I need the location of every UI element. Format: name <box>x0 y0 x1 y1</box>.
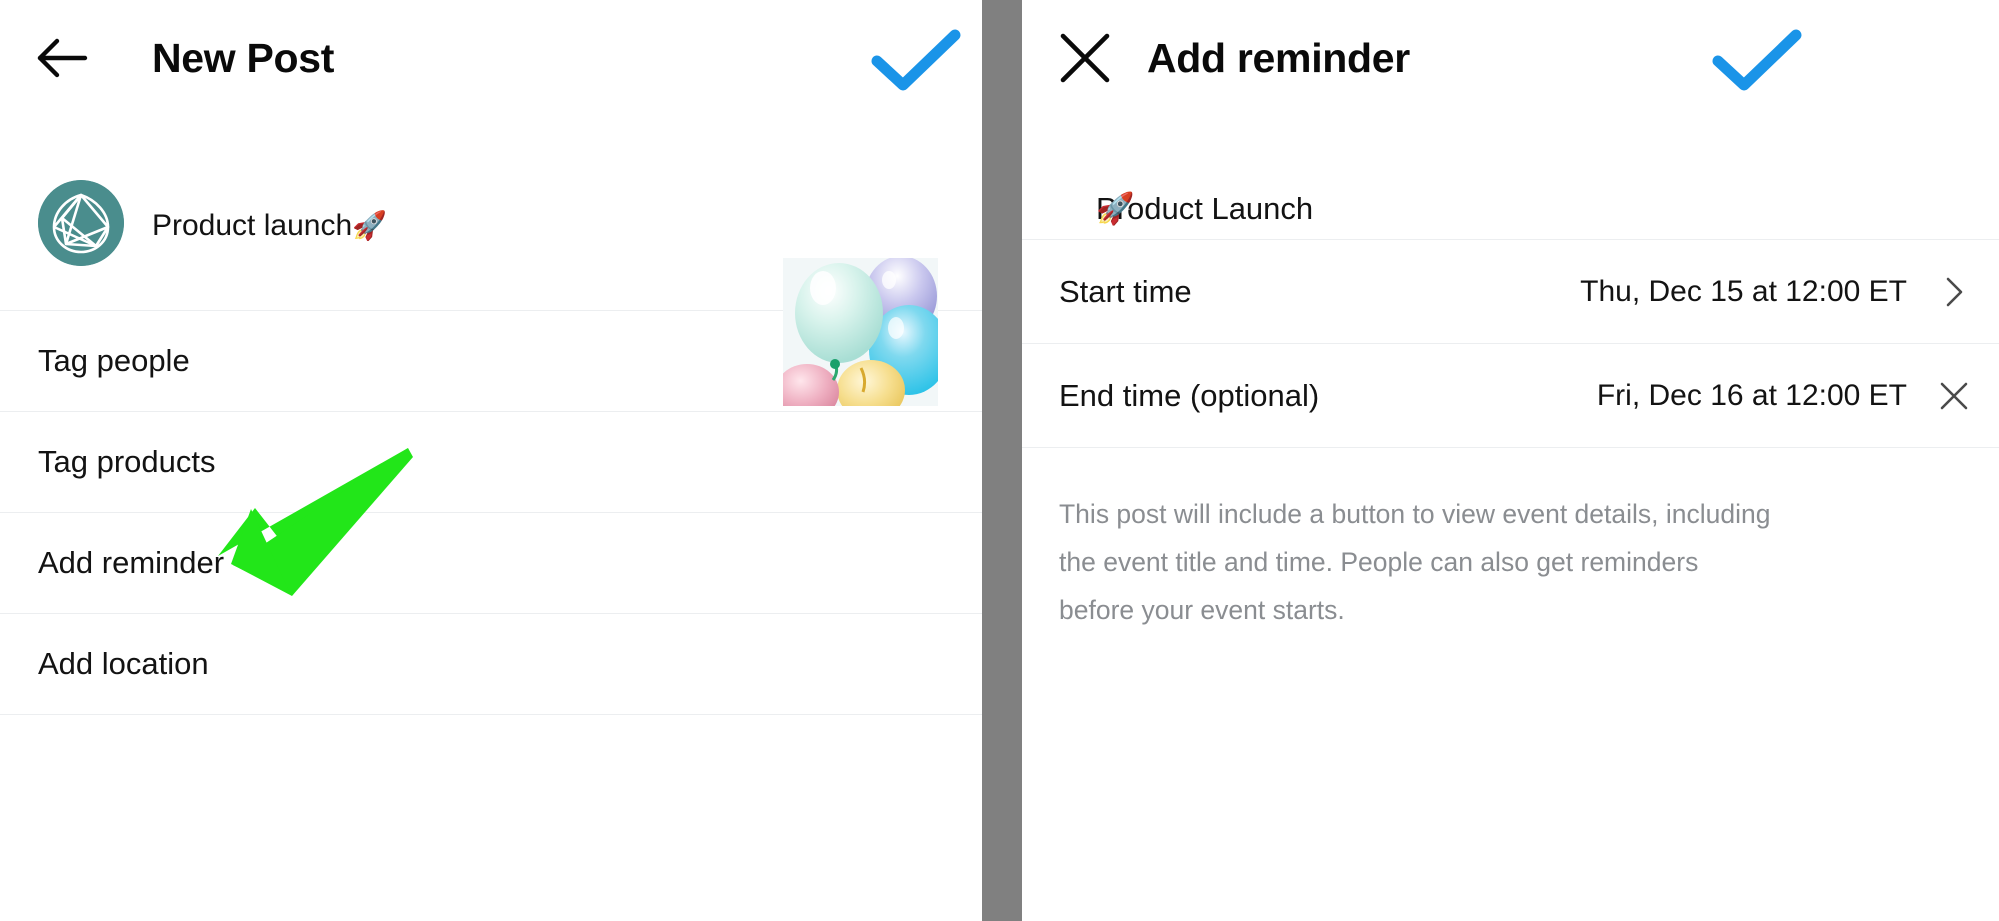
chevron-right-icon[interactable] <box>1936 274 1972 310</box>
start-time-value: Thu, Dec 15 at 12:00 ET <box>1580 274 1907 308</box>
event-title-row[interactable]: Product Launch 🚀 <box>1022 120 1999 240</box>
post-caption-text: Product launch🚀 <box>152 207 387 245</box>
page-title: New Post <box>152 35 335 81</box>
new-post-header: New Post <box>0 0 982 118</box>
menu-item-tag-products[interactable]: Tag products <box>0 412 982 513</box>
start-time-label: Start time <box>1059 273 1192 309</box>
new-post-panel: New Post Product launch🚀 Tag people Tag … <box>0 0 982 921</box>
end-time-row[interactable]: End time (optional) Fri, Dec 16 at 12:00… <box>1022 344 1999 448</box>
panel-separator <box>982 0 1022 921</box>
menu-item-label: Add reminder <box>38 545 225 580</box>
add-reminder-header: Add reminder <box>1022 0 1999 120</box>
panel-title: Add reminder <box>1147 35 1410 81</box>
start-time-row[interactable]: Start time Thu, Dec 15 at 12:00 ET <box>1022 240 1999 344</box>
app-screen: New Post Product launch🚀 Tag people Tag … <box>0 0 1999 921</box>
close-x-icon[interactable] <box>1059 32 1111 84</box>
confirm-checkmark-icon[interactable] <box>868 26 964 94</box>
rocket-emoji-icon: 🚀 <box>1096 191 1135 226</box>
menu-item-label: Tag products <box>38 444 216 479</box>
rocket-emoji-icon: 🚀 <box>352 210 388 241</box>
menu-item-tag-people[interactable]: Tag people <box>0 311 982 412</box>
menu-item-add-reminder[interactable]: Add reminder <box>0 513 982 614</box>
back-arrow-icon[interactable] <box>36 34 88 82</box>
reminder-help-text: This post will include a button to view … <box>1059 499 1771 625</box>
menu-item-add-location[interactable]: Add location <box>0 614 982 715</box>
end-time-value: Fri, Dec 16 at 12:00 ET <box>1596 378 1907 412</box>
profile-avatar-icon <box>38 180 124 266</box>
end-time-label: End time (optional) <box>1059 377 1320 413</box>
caption-label: Product launch <box>152 209 353 242</box>
add-reminder-panel: Add reminder Product Launch 🚀 Start time… <box>1022 0 1999 921</box>
menu-item-label: Add location <box>38 646 209 681</box>
confirm-checkmark-icon[interactable] <box>1709 26 1805 94</box>
post-caption-row[interactable]: Product launch🚀 <box>0 118 982 406</box>
clear-x-icon[interactable] <box>1936 378 1972 414</box>
menu-item-label: Tag people <box>38 343 190 378</box>
